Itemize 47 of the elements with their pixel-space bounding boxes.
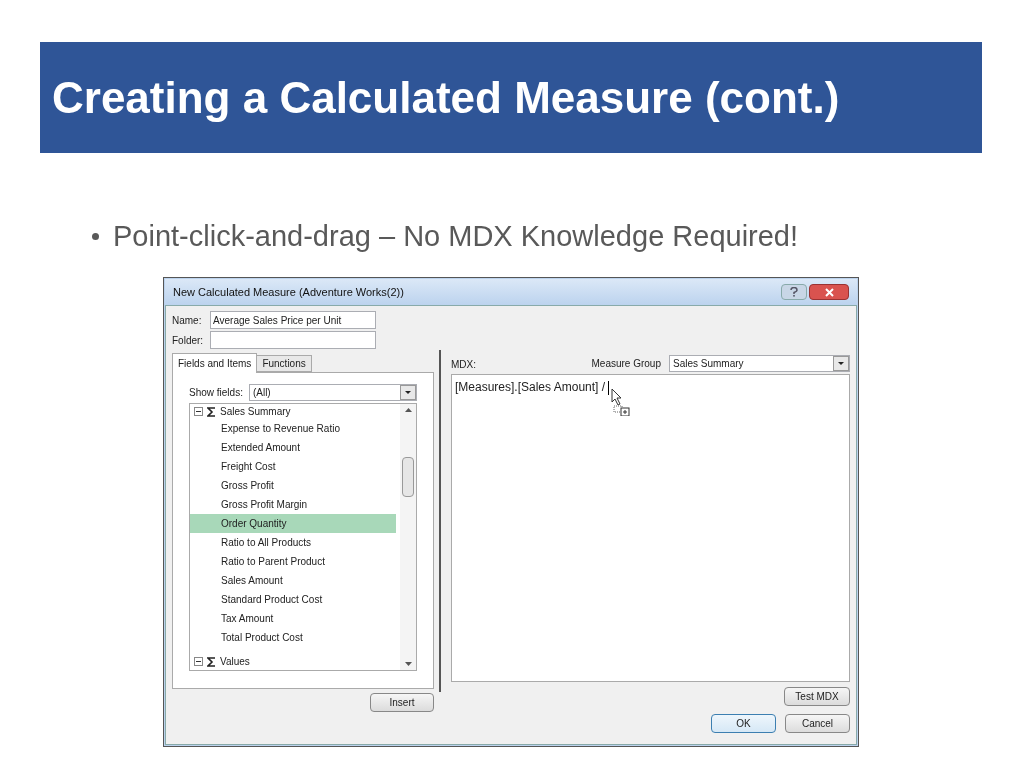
mdx-label: MDX:	[451, 358, 476, 372]
cancel-button[interactable]: Cancel	[785, 714, 850, 733]
tree-item[interactable]: Gross Profit Margin	[190, 495, 396, 514]
folder-field[interactable]	[210, 331, 376, 349]
show-fields-label: Show fields:	[189, 385, 243, 400]
tree-item[interactable]: Total Product Cost	[190, 628, 396, 647]
insert-button[interactable]: Insert	[370, 693, 434, 712]
help-button[interactable]	[781, 284, 807, 300]
test-mdx-button[interactable]: Test MDX	[784, 687, 850, 706]
folder-label: Folder:	[172, 333, 205, 348]
tree-group-label[interactable]: Sales Summary	[220, 404, 291, 419]
tree-item[interactable]: Ratio to Parent Product	[190, 552, 396, 571]
collapse-icon[interactable]	[194, 407, 203, 416]
mdx-text: [Measures].[Sales Amount] /	[455, 380, 606, 394]
sigma-icon	[207, 656, 216, 667]
tree-item[interactable]: Tax Amount	[190, 609, 396, 628]
collapse-icon[interactable]	[194, 657, 203, 666]
tree-group-label[interactable]: Values	[220, 654, 250, 669]
tree-item[interactable]: Standard Product Cost	[190, 590, 396, 609]
measure-group-dropdown[interactable]: Sales Summary	[669, 355, 850, 372]
bullet-icon	[92, 233, 99, 241]
tab[interactable]: Fields and Items	[172, 353, 258, 373]
window-title: New Calculated Measure (Adventure Works(2))	[173, 284, 404, 300]
tree-item[interactable]: Sales Amount	[190, 571, 396, 590]
slide-title: Creating a Calculated Measure (cont.)	[52, 71, 840, 124]
mdx-editor[interactable]: [Measures].[Sales Amount] /	[451, 374, 850, 682]
name-field[interactable]: Average Sales Price per Unit	[210, 311, 376, 329]
scroll-down-icon	[404, 662, 412, 666]
question-icon	[790, 287, 798, 297]
tree-item[interactable]: Extended Amount	[190, 438, 396, 457]
tree-item[interactable]: Order Quantity	[190, 514, 396, 533]
tree-item[interactable]: Freight Cost	[190, 457, 396, 476]
scroll-up-icon	[404, 408, 412, 412]
close-icon	[824, 287, 834, 297]
close-button[interactable]	[809, 284, 849, 300]
tree-item[interactable]: Expense to Revenue Ratio	[190, 419, 396, 438]
tree-item[interactable]: Ratio to All Products	[190, 533, 396, 552]
sigma-icon	[207, 406, 216, 417]
ok-button[interactable]: OK	[711, 714, 776, 733]
scroll-thumb[interactable]	[402, 457, 414, 497]
drag-cursor-icon	[611, 388, 631, 416]
tree-item[interactable]: Gross Profit	[190, 476, 396, 495]
name-label: Name:	[172, 313, 203, 328]
tab[interactable]: Functions	[257, 355, 312, 372]
bullet-text: Point-click-and-drag – No MDX Knowledge Required!	[113, 219, 799, 254]
measure-group-label: Measure Group	[591, 357, 661, 371]
show-fields-dropdown[interactable]: (All)	[248, 383, 417, 401]
